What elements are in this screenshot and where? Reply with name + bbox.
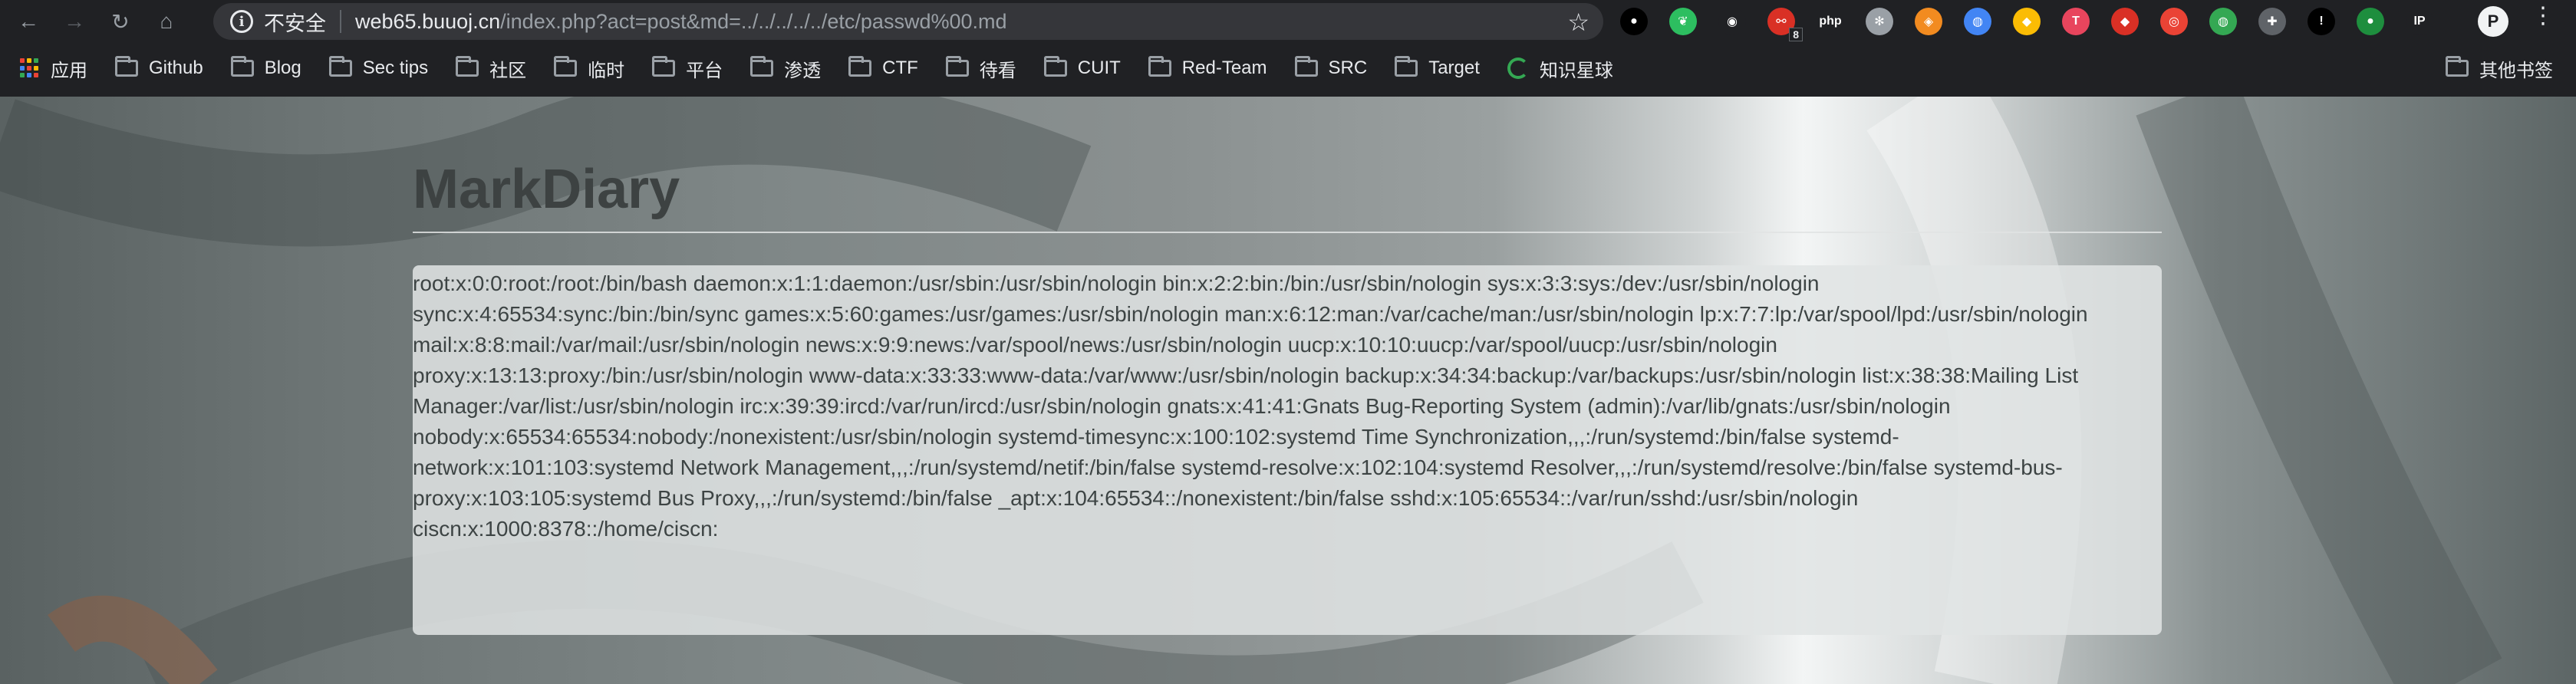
folder-icon <box>945 56 969 77</box>
bookmark-label: 应用 <box>51 60 87 81</box>
knowledge-planet-icon <box>1507 58 1529 79</box>
bookmark-label: 渗透 <box>784 60 822 81</box>
profile-avatar[interactable]: P <box>2478 6 2508 37</box>
passwd-line: nobody:x:65534:65534:nobody:/nonexistent… <box>413 425 1899 449</box>
bookmark-11[interactable]: Red-Team <box>1148 56 1267 79</box>
bookmark-label: 平台 <box>686 60 723 81</box>
bookmark-10[interactable]: CUIT <box>1043 56 1121 79</box>
globe-ext-icon[interactable]: ◍ <box>1964 8 1991 35</box>
bookmark-3[interactable]: Sec tips <box>328 56 429 79</box>
ip-ext-icon[interactable]: IP <box>2406 8 2433 35</box>
bookmark-label: Red-Team <box>1181 58 1267 78</box>
passwd-line: mail:x:8:8:mail:/var/mail:/usr/sbin/nolo… <box>413 333 1777 357</box>
home-icon[interactable]: ⌂ <box>149 4 184 39</box>
passwd-line: network:x:101:103:systemd Network Manage… <box>413 455 2063 479</box>
alert-ext-icon[interactable]: ! <box>2308 8 2335 35</box>
other-bookmarks[interactable]: 其他书签 <box>2446 49 2553 87</box>
passwd-line: proxy:x:13:13:proxy:/bin:/usr/sbin/nolog… <box>413 363 2079 387</box>
bookmarks-bar: 应用 Github Blog Sec tips 社区 临时 平台 渗透 CTF 待看 CUIT Red… <box>0 49 2576 87</box>
security-label[interactable]: 不安全 <box>264 7 326 37</box>
browser-toolbar: ← → ↻ ⌂ i 不安全 web65.buuoj.cn/index.php?a… <box>0 0 2576 43</box>
passwd-line: root:x:0:0:root:/root:/bin/bash daemon:x… <box>413 271 1820 295</box>
translate-ext-icon[interactable]: T <box>2062 8 2090 35</box>
fox-ext-icon[interactable]: ◈ <box>1915 8 1942 35</box>
diamond-ext-icon[interactable]: ◆ <box>2111 8 2139 35</box>
bookmark-4[interactable]: 社区 <box>456 55 526 82</box>
bookmark-0[interactable]: 应用 <box>20 55 87 82</box>
folder-icon <box>652 56 676 77</box>
gear-ext-icon[interactable]: ✻ <box>1866 8 1893 35</box>
folder-icon <box>2446 56 2469 77</box>
menu-dots-icon[interactable]: ⋮ <box>2532 5 2555 28</box>
title-divider <box>413 232 2162 233</box>
forward-arrow-icon[interactable]: → <box>57 4 92 39</box>
folder-icon <box>230 56 254 77</box>
reload-icon[interactable]: ↻ <box>103 4 138 39</box>
bookmark-7[interactable]: 渗透 <box>750 55 821 82</box>
extension-badge: 8 <box>1789 28 1803 41</box>
folder-icon <box>456 56 479 77</box>
bookmark-14[interactable]: 知识星球 <box>1507 55 1613 82</box>
diary-content: root:x:0:0:root:/root:/bin/bash daemon:x… <box>413 265 2162 635</box>
chrome-ext-icon[interactable]: ◎ <box>2160 8 2188 35</box>
bookmark-2[interactable]: Blog <box>230 56 301 79</box>
address-separator <box>340 10 341 33</box>
folder-icon <box>554 56 578 77</box>
bookmark-9[interactable]: 待看 <box>945 55 1016 82</box>
evernote-icon[interactable]: ❦ <box>1669 8 1697 35</box>
bookmark-label: 待看 <box>979 60 1016 81</box>
apps-grid-icon <box>20 58 40 78</box>
php-ext-icon[interactable]: php <box>1817 8 1844 35</box>
browser-chrome: ← → ↻ ⌂ i 不安全 web65.buuoj.cn/index.php?a… <box>0 0 2576 97</box>
url-path[interactable]: /index.php?act=post&md=../../../../../et… <box>500 10 1006 34</box>
bookmark-label: 社区 <box>489 60 527 81</box>
bookmark-label: 临时 <box>588 60 625 81</box>
bookmark-1[interactable]: Github <box>115 56 203 79</box>
bookmark-5[interactable]: 临时 <box>554 55 624 82</box>
passwd-line: ciscn:x:1000:8378::/home/ciscn: <box>413 517 719 541</box>
passwd-line: Manager:/var/list:/usr/sbin/nologin irc:… <box>413 394 1951 418</box>
bookmark-label: CTF <box>882 58 918 78</box>
bookmark-label: Target <box>1428 58 1480 78</box>
bookmark-label: Blog <box>264 58 301 78</box>
hackbar-ext-icon[interactable]: ⚯ 8 <box>1767 8 1803 41</box>
bookmark-13[interactable]: Target <box>1395 56 1480 79</box>
info-icon[interactable]: i <box>230 10 253 33</box>
puzzle-ext-icon[interactable]: ✚ <box>2258 8 2286 35</box>
page-viewport: MarkDiary root:x:0:0:root:/root:/bin/bas… <box>0 97 2576 684</box>
other-bookmarks-label: 其他书签 <box>2479 60 2553 81</box>
site-title: MarkDiary <box>413 159 680 220</box>
green-ext-icon[interactable]: ● <box>2357 8 2384 35</box>
bookmark-label: CUIT <box>1077 58 1121 78</box>
bookmark-star-icon[interactable]: ☆ <box>1567 8 1589 37</box>
folder-icon <box>328 56 352 77</box>
folder-icon <box>1043 56 1067 77</box>
bookmark-6[interactable]: 平台 <box>652 55 723 82</box>
bookmark-label: SRC <box>1328 58 1368 78</box>
github-ext-icon[interactable]: ● <box>1620 8 1648 35</box>
passwd-line: proxy:x:103:105:systemd Bus Proxy,,,:/ru… <box>413 486 1859 510</box>
folder-icon <box>115 56 138 77</box>
back-arrow-icon[interactable]: ← <box>11 4 46 39</box>
folder-icon <box>848 56 872 77</box>
bookmark-8[interactable]: CTF <box>848 56 918 79</box>
passwd-line: sync:x:4:65534:sync:/bin:/bin/sync games… <box>413 302 2088 326</box>
shield-ext-icon[interactable]: ◆ <box>2013 8 2041 35</box>
folder-icon <box>750 56 774 77</box>
address-bar[interactable]: i 不安全 web65.buuoj.cn/index.php?act=post&… <box>213 3 1603 40</box>
earth-ext-icon[interactable]: ◍ <box>2209 8 2237 35</box>
extensions-row: ● ❦ ◉ ⚯ 8 php ✻ ◈ ◍ ◆ T ◆ ◎ ◍ ✚! ● IP <box>1620 6 2455 41</box>
bookmark-label: Github <box>149 58 203 78</box>
mask-ext-icon[interactable]: ◉ <box>1718 8 1746 35</box>
url-host[interactable]: web65.buuoj.cn <box>355 10 500 34</box>
folder-icon <box>1395 56 1418 77</box>
bookmark-12[interactable]: SRC <box>1294 56 1368 79</box>
folder-icon <box>1294 56 1318 77</box>
folder-icon <box>1148 56 1171 77</box>
bookmark-label: 知识星球 <box>1539 60 1613 81</box>
bookmark-label: Sec tips <box>362 58 429 78</box>
file-contents: root:x:0:0:root:/root:/bin/bash daemon:x… <box>413 268 2162 544</box>
